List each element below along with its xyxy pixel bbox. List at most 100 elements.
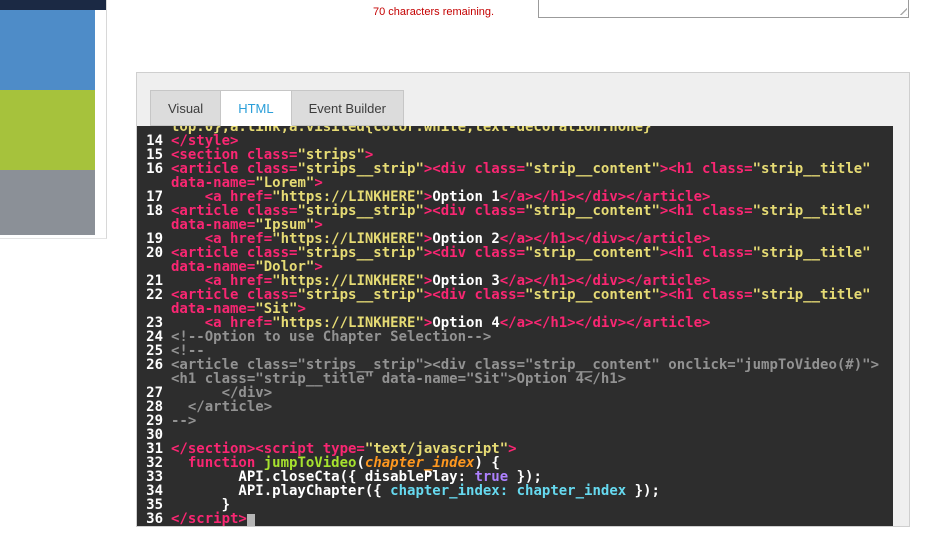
code-text: <!-- xyxy=(171,344,205,358)
preview-strip-2[interactable] xyxy=(0,90,95,170)
code-line[interactable]: 23 <a href="https://LINKHERE">Option 4</… xyxy=(137,316,893,330)
line-number: 16 xyxy=(146,161,163,177)
code-text: <article class="strips__strip"><div clas… xyxy=(171,162,871,176)
text-input[interactable] xyxy=(538,0,909,18)
code-text: </section><script type="text/javascript"… xyxy=(171,442,517,456)
code-editor[interactable]: top:0};a:link,a:visited{color:white;text… xyxy=(137,126,893,526)
token-tag: > xyxy=(508,441,517,457)
line-number: 35 xyxy=(146,497,163,513)
code-text: </style> xyxy=(171,134,238,148)
line-number: 31 xyxy=(146,441,163,457)
preview-strips xyxy=(0,10,106,235)
code-line[interactable]: data-name="Lorem"> xyxy=(137,176,893,190)
token-prop: chapter_index: xyxy=(390,483,509,499)
line-number xyxy=(137,260,171,274)
preview-topbar xyxy=(0,0,106,10)
code-line[interactable]: 30 xyxy=(137,428,893,442)
line-number: 29 xyxy=(146,413,163,429)
token-tag: </script> xyxy=(171,511,247,526)
tab-visual[interactable]: Visual xyxy=(150,90,222,126)
code-text: data-name="Sit"> xyxy=(171,302,306,316)
text-cursor xyxy=(246,514,255,526)
line-number xyxy=(137,176,171,190)
line-number: 33 xyxy=(146,469,163,485)
token-tag: ><h1 class= xyxy=(659,245,753,261)
code-text: </div> xyxy=(171,386,273,400)
line-number: 30 xyxy=(146,427,163,443)
video-preview xyxy=(0,0,107,239)
token-str: "strip__content" xyxy=(525,287,660,303)
line-number: 25 xyxy=(146,343,163,359)
token-text: }); xyxy=(626,483,660,499)
code-line[interactable]: 27 </div> xyxy=(137,386,893,400)
code-text: <a href="https://LINKHERE">Option 1</a><… xyxy=(171,190,711,204)
code-line[interactable]: 14 </style> xyxy=(137,134,893,148)
line-number: 21 xyxy=(146,273,163,289)
code-line[interactable]: 26 <article class="strips__strip"><div cl… xyxy=(137,358,893,372)
code-line[interactable]: 24 <!--Option to use Chapter Selection--> xyxy=(137,330,893,344)
code-line[interactable]: 15 <section class="strips"> xyxy=(137,148,893,162)
line-number: 32 xyxy=(146,455,163,471)
code-line[interactable]: 17 <a href="https://LINKHERE">Option 1</… xyxy=(137,190,893,204)
code-text: data-name="Ipsum"> xyxy=(171,218,323,232)
token-prop: chapter_index xyxy=(516,483,627,499)
code-line[interactable]: data-name="Sit"> xyxy=(137,302,893,316)
preview-strip-1[interactable] xyxy=(0,10,95,90)
code-text: top:0};a:link,a:visited{color:white;text… xyxy=(171,126,651,134)
code-text: <a href="https://LINKHERE">Option 2</a><… xyxy=(171,232,711,246)
tab-html[interactable]: HTML xyxy=(221,90,292,126)
line-number: 18 xyxy=(146,203,163,219)
code-line[interactable]: 35 } xyxy=(137,498,893,512)
line-number: 17 xyxy=(146,189,163,205)
code-text: <article class="strips__strip"><div clas… xyxy=(171,246,871,260)
code-text: <!--Option to use Chapter Selection--> xyxy=(171,330,491,344)
token-str: "strip__title" xyxy=(752,287,871,303)
code-line[interactable]: <h1 class="strip__title" data-name="Sit"… xyxy=(137,372,893,386)
line-number: 15 xyxy=(146,147,163,163)
token-com: --> xyxy=(171,413,197,429)
code-line[interactable]: 31 </section><script type="text/javascrip… xyxy=(137,442,893,456)
token-tag: ><div class= xyxy=(423,287,526,303)
code-line[interactable]: 28 </article> xyxy=(137,400,893,414)
code-line[interactable]: 21 <a href="https://LINKHERE">Option 3</… xyxy=(137,274,893,288)
code-text: </article> xyxy=(171,400,272,414)
token-str: "strip__content" xyxy=(525,203,660,219)
tab-event-builder[interactable]: Event Builder xyxy=(291,90,404,126)
code-line[interactable]: 22 <article class="strips__strip"><div cl… xyxy=(137,288,893,302)
code-text: --> xyxy=(171,414,196,428)
line-number: 20 xyxy=(146,245,163,261)
code-text: <article class="strips__strip"><div clas… xyxy=(171,288,871,302)
code-line[interactable]: data-name="Ipsum"> xyxy=(137,218,893,232)
code-text: <h1 class="strip__title" data-name="Sit"… xyxy=(171,372,626,386)
code-text: <a href="https://LINKHERE">Option 4</a><… xyxy=(171,316,711,330)
code-line[interactable]: 34 API.playChapter({ chapter_index: chap… xyxy=(137,484,893,498)
token-str: "strips__strip" xyxy=(297,287,424,303)
code-line[interactable]: 19 <a href="https://LINKHERE">Option 2</… xyxy=(137,232,893,246)
code-text: <section class="strips"> xyxy=(171,148,373,162)
code-text: function jumpToVideo(chapter_index) { xyxy=(171,456,500,470)
code-text: <article class="strips__strip"><div clas… xyxy=(171,204,871,218)
preview-strip-3[interactable] xyxy=(0,170,95,235)
token-tag: ><h1 class= xyxy=(659,287,753,303)
code-line[interactable]: data-name="Dolor"> xyxy=(137,260,893,274)
token-tag: ><div class= xyxy=(423,203,526,219)
token-tag: ><h1 class= xyxy=(659,161,753,177)
code-line[interactable]: 32 function jumpToVideo(chapter_index) { xyxy=(137,456,893,470)
code-line[interactable]: 18 <article class="strips__strip"><div cl… xyxy=(137,204,893,218)
line-number: 34 xyxy=(146,483,163,499)
code-text: } xyxy=(171,498,230,512)
code-line[interactable]: 29 --> xyxy=(137,414,893,428)
code-line[interactable]: 20 <article class="strips__strip"><div cl… xyxy=(137,246,893,260)
code-line[interactable]: top:0};a:link,a:visited{color:white;text… xyxy=(137,126,893,134)
tab-bar: Visual HTML Event Builder xyxy=(150,90,404,126)
line-number: 24 xyxy=(146,329,163,345)
code-line[interactable]: 25 <!-- xyxy=(137,344,893,358)
characters-remaining-label: 70 characters remaining. xyxy=(373,6,495,18)
code-line[interactable]: 16 <article class="strips__strip"><div cl… xyxy=(137,162,893,176)
code-line[interactable]: 33 API.closeCta({ disablePlay: true }); xyxy=(137,470,893,484)
code-text: API.closeCta({ disablePlay: true }); xyxy=(171,470,541,484)
line-number: 19 xyxy=(146,231,163,247)
code-line[interactable]: 36 </script> xyxy=(137,512,893,526)
line-number xyxy=(137,302,171,316)
